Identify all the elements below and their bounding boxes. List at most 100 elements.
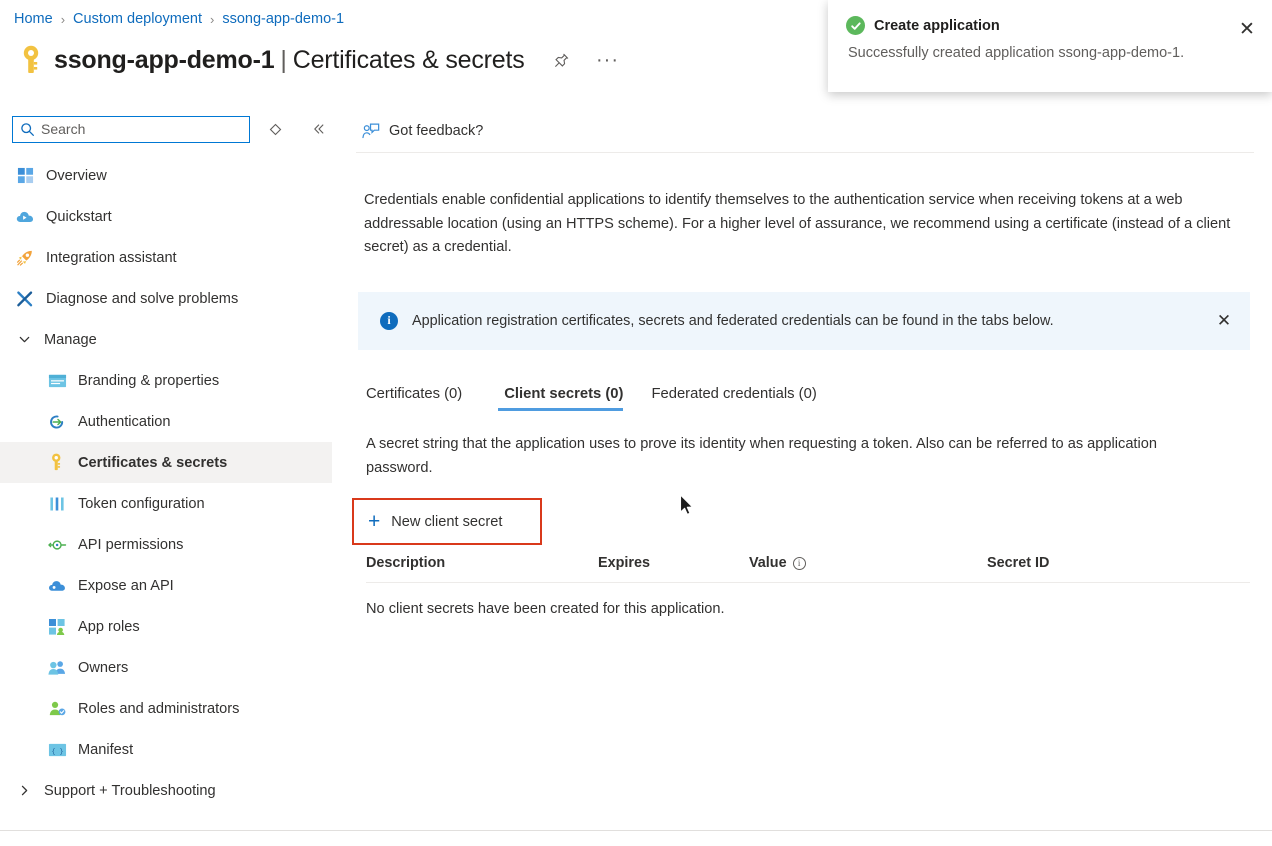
owners-people-icon (46, 658, 68, 678)
branding-card-icon (46, 371, 68, 391)
manifest-code-icon: { } (46, 740, 68, 760)
new-client-secret-button[interactable]: + New client secret (352, 498, 542, 545)
sidebar-item-token-configuration[interactable]: Token configuration (0, 483, 332, 524)
sidebar-item-label: App roles (78, 619, 140, 635)
column-header-description: Description (366, 555, 598, 571)
tab-certificates[interactable]: Certificates (0) (366, 382, 476, 411)
page-title-section: Certificates & secrets (293, 46, 525, 74)
new-client-secret-label: New client secret (391, 514, 502, 530)
chevron-down-icon (14, 333, 34, 346)
sidebar: Overview Quickstart (0, 110, 332, 830)
sidebar-item-authentication[interactable]: Authentication (0, 401, 332, 442)
notification-toast: Create application ✕ Successfully create… (828, 0, 1272, 92)
sidebar-item-app-roles[interactable]: App roles (0, 606, 332, 647)
breadcrumb-separator: › (61, 12, 65, 27)
pin-icon[interactable] (549, 47, 575, 73)
diamond-refresh-icon[interactable] (262, 116, 288, 142)
bottom-divider (0, 830, 1272, 831)
sidebar-group-support-troubleshooting[interactable]: Support + Troubleshooting (0, 770, 332, 811)
got-feedback-label: Got feedback? (389, 123, 483, 139)
sidebar-item-label: Roles and administrators (78, 701, 239, 717)
sidebar-group-label: Support + Troubleshooting (44, 783, 216, 799)
sidebar-item-label: Overview (46, 168, 107, 184)
info-banner-text: Application registration certificates, s… (412, 313, 1054, 329)
overview-grid-icon (14, 166, 36, 186)
key-icon (14, 40, 48, 80)
info-icon: i (380, 312, 398, 330)
api-permissions-icon (46, 535, 68, 555)
sidebar-item-label: Quickstart (46, 209, 112, 225)
sidebar-item-label: Authentication (78, 414, 171, 430)
rocket-icon (14, 248, 36, 268)
tab-list: Certificates (0) Client secrets (0) Fede… (366, 382, 1272, 411)
feedback-person-icon (362, 123, 380, 140)
new-client-secret-wrapper: + New client secret (352, 498, 542, 545)
tab-federated-credentials[interactable]: Federated credentials (0) (637, 382, 830, 411)
column-header-secret-id: Secret ID (987, 555, 1250, 571)
toast-title: Create application (874, 18, 1000, 34)
authentication-arrow-icon (46, 412, 68, 432)
table-empty-message: No client secrets have been created for … (366, 583, 1250, 617)
sidebar-item-label: Integration assistant (46, 250, 177, 266)
svg-text:{ }: { } (51, 746, 63, 754)
sidebar-item-owners[interactable]: Owners (0, 647, 332, 688)
close-icon[interactable]: ✕ (1236, 18, 1258, 40)
search-input[interactable] (41, 121, 241, 137)
sidebar-item-integration-assistant[interactable]: Integration assistant (0, 237, 332, 278)
tab-client-secrets[interactable]: Client secrets (0) (490, 382, 637, 411)
double-chevron-left-icon[interactable] (306, 116, 332, 142)
got-feedback-button[interactable]: Got feedback? (340, 110, 1272, 152)
sidebar-item-label: Expose an API (78, 578, 174, 594)
roles-person-icon (46, 699, 68, 719)
table-header-row: Description Expires Value i Secret ID (366, 555, 1250, 583)
chevron-right-icon (14, 784, 34, 797)
client-secrets-table: Description Expires Value i Secret ID No… (366, 555, 1250, 617)
sidebar-item-manifest[interactable]: { } Manifest (0, 729, 332, 770)
sidebar-item-roles-administrators[interactable]: Roles and administrators (0, 688, 332, 729)
info-circle-icon[interactable]: i (793, 557, 806, 570)
sidebar-item-overview[interactable]: Overview (0, 155, 332, 196)
close-icon[interactable]: ✕ (1214, 311, 1234, 331)
plus-icon: + (368, 511, 380, 532)
page-header-actions: ··· (549, 47, 621, 73)
toast-message: Successfully created application ssong-a… (848, 45, 1256, 61)
client-secrets-description: A secret string that the application use… (366, 433, 1206, 480)
sidebar-item-label: Manifest (78, 742, 133, 758)
sidebar-item-expose-api[interactable]: Expose an API (0, 565, 332, 606)
search-icon (20, 122, 35, 140)
page-title-app-name: ssong-app-demo-1 (54, 46, 274, 74)
breadcrumb-item-app[interactable]: ssong-app-demo-1 (222, 11, 344, 27)
header-divider (356, 152, 1254, 153)
success-check-icon (846, 16, 865, 35)
quickstart-cloud-icon (14, 207, 36, 227)
sidebar-item-quickstart[interactable]: Quickstart (0, 196, 332, 237)
cloud-icon (46, 576, 68, 596)
sidebar-item-label: Certificates & secrets (78, 455, 227, 471)
sidebar-item-label: Owners (78, 660, 128, 676)
sidebar-item-api-permissions[interactable]: API permissions (0, 524, 332, 565)
page-title-separator: | (280, 46, 286, 74)
wrench-cross-icon (14, 289, 36, 309)
sidebar-item-label: Token configuration (78, 496, 205, 512)
sidebar-group-manage[interactable]: Manage (0, 319, 332, 360)
breadcrumb-separator: › (210, 12, 214, 27)
sidebar-item-branding-properties[interactable]: Branding & properties (0, 360, 332, 401)
breadcrumb-item-home[interactable]: Home (14, 11, 53, 27)
sidebar-item-label: Branding & properties (78, 373, 219, 389)
credentials-description: Credentials enable confidential applicat… (364, 189, 1250, 260)
page-header: ssong-app-demo-1|Certificates & secrets … (14, 38, 621, 82)
token-bars-icon (46, 494, 68, 514)
key-icon (46, 453, 68, 473)
sidebar-item-diagnose[interactable]: Diagnose and solve problems (0, 278, 332, 319)
breadcrumb-item-custom-deployment[interactable]: Custom deployment (73, 11, 202, 27)
sidebar-item-certificates-secrets[interactable]: Certificates & secrets (0, 442, 332, 483)
search-box[interactable] (12, 116, 250, 143)
sidebar-group-label: Manage (44, 332, 97, 348)
column-header-expires: Expires (598, 555, 749, 571)
page-title: ssong-app-demo-1|Certificates & secrets (54, 46, 525, 75)
column-header-value: Value i (749, 555, 987, 571)
ellipsis-icon[interactable]: ··· (595, 47, 621, 73)
sidebar-item-label: Diagnose and solve problems (46, 291, 238, 307)
toast-header: Create application (846, 16, 1256, 35)
column-header-value-label: Value (749, 555, 787, 571)
